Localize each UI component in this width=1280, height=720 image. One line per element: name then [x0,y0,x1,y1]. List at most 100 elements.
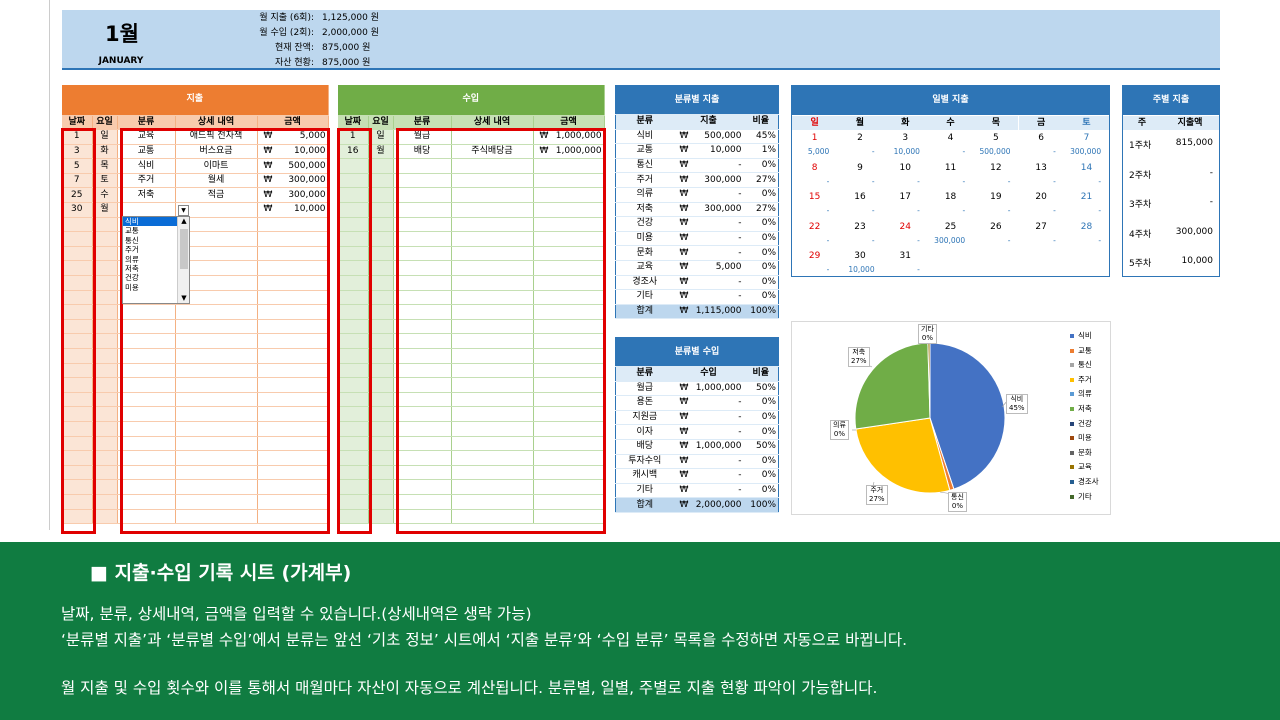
calendar-day[interactable]: 26 [973,220,1018,234]
calendar-day[interactable]: 17 [883,190,928,204]
calendar-day[interactable]: 11 [928,161,973,175]
calendar-day[interactable]: 9 [837,161,882,175]
weekday-header: 금 [1018,116,1064,130]
won-sign: ₩ [679,247,689,258]
table-row: 건강 ₩ -0% [615,216,779,232]
calendar-day[interactable]: 25 [928,220,973,234]
calendar-day[interactable] [928,249,973,263]
category-ratio: 27% [743,172,779,188]
calendar-day[interactable]: 22 [792,220,837,234]
calendar-day[interactable]: 23 [837,220,882,234]
calendar-day-amount: - [871,235,875,245]
table-row: 식비 ₩500,000 45% [615,129,779,145]
calendar-day[interactable]: 12 [973,161,1018,175]
dropdown-option[interactable]: 의류 [123,255,177,264]
dropdown-option[interactable]: 미용 [123,283,177,292]
won-sign: ₩ [679,174,689,185]
dropdown-option[interactable]: 통신 [123,236,177,245]
category-name: 캐시백 [615,468,674,484]
legend-item: 문화 [1070,448,1092,458]
scroll-up-icon[interactable]: ▲ [178,217,190,226]
calendar-day[interactable]: 29 [792,249,837,263]
calendar-day[interactable]: 1 [792,131,837,145]
dropdown-option[interactable]: 저축 [123,264,177,273]
week-amount: 10,000 [1181,256,1214,266]
calendar-day[interactable]: 16 [837,190,882,204]
calendar-day[interactable]: 5 [973,131,1018,145]
calendar-day-amount: - [1098,176,1102,186]
scroll-down-icon[interactable]: ▼ [178,294,190,303]
category-ratio: 0% [743,410,779,426]
footer-line-2: ‘분류별 지출’과 ‘분류별 수입’에서 분류는 앞선 ‘기초 정보’ 시트에서… [61,631,908,649]
calendar-day[interactable]: 24 [883,220,928,234]
pie-data-label: 기타 0% [918,324,937,344]
table-row: 월급 ₩1,000,000 50% [615,381,779,397]
legend-swatch [1070,494,1074,499]
category-name: 기타 [615,289,674,305]
won-sign: ₩ [679,426,689,437]
category-amount: ₩1,000,000 [673,381,744,397]
category-amount: ₩1,115,000 [673,304,744,320]
dropdown-option[interactable]: 식비 [123,217,177,227]
calendar-day[interactable]: 20 [1019,190,1064,204]
calendar-day[interactable] [1019,249,1064,263]
category-name: 합계 [615,304,674,320]
legend-label: 미용 [1078,433,1092,443]
calendar-day[interactable]: 15 [792,190,837,204]
legend-label: 교육 [1078,462,1092,472]
dropdown-option[interactable]: 주거 [123,245,177,254]
calendar-day-amount: - [1053,176,1056,186]
category-name: 용돈 [615,395,674,411]
weekly-col-header: 주 [1123,116,1161,130]
calendar-day[interactable]: 18 [928,190,973,204]
calendar-day[interactable]: 7 [1064,131,1109,145]
total-row: 합계 ₩2,000,000 100% [615,497,779,513]
calendar-day[interactable] [1064,249,1109,263]
category-ratio: 0% [743,468,779,484]
legend-item: 저축 [1070,404,1092,414]
legend-item: 주거 [1070,375,1092,385]
calendar-day[interactable]: 13 [1019,161,1064,175]
cat_inc-title-row: 분류별 수입 [615,337,779,367]
category-ratio: 0% [743,395,779,411]
category-amount: ₩ - [673,216,744,232]
legend-swatch [1070,436,1074,441]
calendar-day[interactable]: 19 [973,190,1018,204]
dropdown-option[interactable]: 교통 [123,226,177,235]
summary-row: 월 지출 (6회): 1,125,000 원 [192,11,382,25]
calendar-day[interactable]: 31 [883,249,928,263]
week-amount: - [1209,167,1213,178]
calendar-day[interactable]: 28 [1064,220,1109,234]
calendar-day[interactable]: 14 [1064,161,1109,175]
category-amount: ₩5,000 [673,260,744,276]
week-label: 5주차 [1129,259,1152,269]
category-name: 문화 [615,245,674,261]
legend-item: 통신 [1070,360,1092,370]
footer-heading: ■ 지출·수입 기록 시트 (가계부) [90,562,352,584]
dropdown-scrollbar[interactable]: ▲ ▼ [177,217,189,303]
scroll-thumb[interactable] [180,229,188,269]
category-name: 주거 [615,172,674,188]
calendar-day[interactable]: 2 [837,131,882,145]
calendar-day[interactable] [973,249,1018,263]
highlight-income-date [337,128,372,534]
calendar-day[interactable]: 10 [883,161,928,175]
table-row: 이자 ₩ -0% [615,424,779,440]
category-name: 미용 [615,231,674,247]
week-amount: - [1209,197,1213,207]
dropdown-toggle-button[interactable]: ▼ [178,205,189,216]
calendar-day[interactable]: 27 [1019,220,1064,234]
legend-label: 통신 [1078,360,1092,370]
calendar-day[interactable]: 4 [928,131,973,145]
calendar-day[interactable]: 6 [1019,131,1064,145]
calendar-day[interactable]: 30 [837,249,882,263]
calendar-day-amount: - [962,176,966,186]
summary-value: 875,000 원 [322,58,371,68]
calendar-day[interactable]: 3 [883,131,928,145]
week-amount: 300,000 [1175,226,1213,237]
calendar-day[interactable]: 8 [792,161,837,175]
calendar-day[interactable]: 21 [1064,190,1109,204]
won-sign: ₩ [679,412,689,423]
category-dropdown-list[interactable]: ▲ ▼ 식비 교통 통신 주거 의류 저축 건강 미용 [122,216,190,304]
dropdown-option[interactable]: 건강 [123,273,177,282]
